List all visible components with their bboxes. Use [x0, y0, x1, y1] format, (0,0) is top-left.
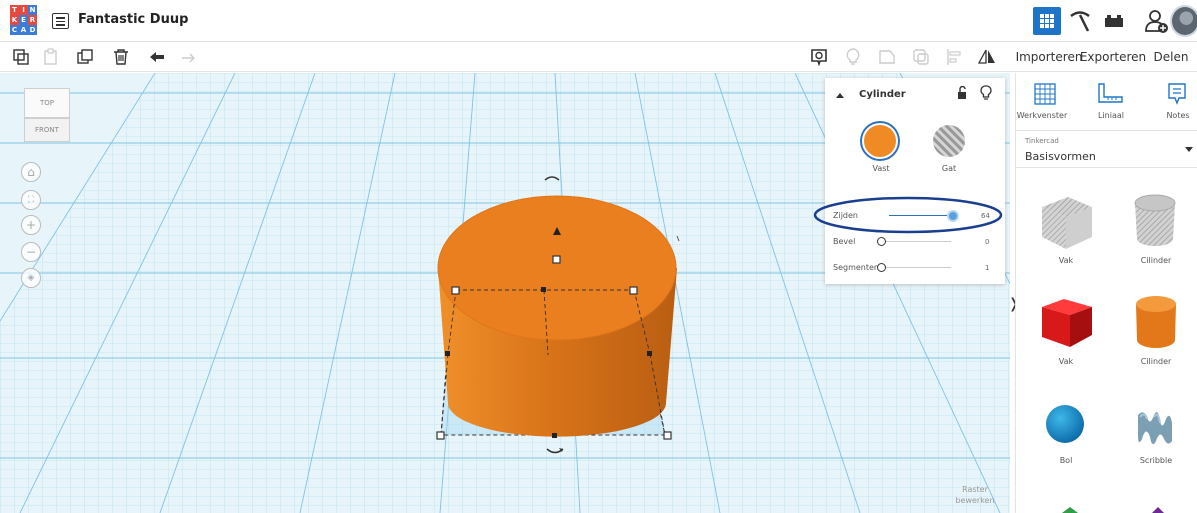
- hole-swatch[interactable]: [933, 125, 965, 157]
- logo-letter: T: [10, 5, 19, 15]
- logo-letter: K: [10, 15, 19, 25]
- zoom-in-icon[interactable]: +: [21, 215, 41, 235]
- shape-label: Vak: [1058, 256, 1074, 265]
- solid-label: Vast: [872, 164, 890, 173]
- fit-view-icon[interactable]: ⛶: [21, 190, 41, 210]
- next-shape-peek: [1062, 507, 1078, 513]
- cylinder-shape[interactable]: [1134, 294, 1178, 350]
- align-icon[interactable]: [946, 48, 964, 66]
- lock-icon[interactable]: [956, 86, 968, 100]
- logo-letter: C: [10, 25, 19, 35]
- next-shape-peek: [1152, 507, 1164, 513]
- bevel-slider[interactable]: [876, 236, 951, 246]
- import-button[interactable]: Importeren: [1016, 44, 1083, 70]
- 3d-design-grid-icon[interactable]: [1033, 7, 1061, 35]
- shape-library-dropdown[interactable]: Tinkercad Basisvormen: [1016, 130, 1197, 168]
- ruler-icon[interactable]: [1096, 82, 1124, 106]
- logo-letter: I: [19, 5, 28, 15]
- design-menu-icon[interactable]: [52, 13, 69, 29]
- shape-label: Cilinder: [1140, 357, 1172, 366]
- share-button[interactable]: Delen: [1150, 44, 1192, 70]
- box-hole-shape[interactable]: [1038, 193, 1094, 251]
- undo-icon[interactable]: [148, 48, 166, 66]
- notes-bubble-icon[interactable]: [810, 48, 828, 67]
- paste-icon[interactable]: [42, 48, 60, 66]
- library-name: Basisvormen: [1025, 150, 1096, 163]
- scribble-shape[interactable]: [1134, 407, 1176, 449]
- visibility-bulb-icon[interactable]: [980, 85, 992, 101]
- shape-label: Bol: [1059, 456, 1073, 465]
- notes-label[interactable]: Notes: [1160, 111, 1196, 120]
- box-shape[interactable]: [1038, 295, 1094, 349]
- design-title[interactable]: Fantastic Duup: [78, 12, 188, 27]
- redo-icon[interactable]: [180, 48, 198, 66]
- viewcube-front[interactable]: FRONT: [24, 118, 70, 142]
- tinkercad-logo[interactable]: TINKERCAD: [10, 5, 37, 35]
- cylinder-hole-shape[interactable]: [1132, 193, 1178, 249]
- shape-label: Vak: [1058, 357, 1074, 366]
- bevel-value: 0: [985, 238, 990, 246]
- logo-letter: N: [28, 5, 37, 15]
- workplane-icon[interactable]: [1033, 82, 1057, 106]
- trash-icon[interactable]: [112, 48, 130, 66]
- perspective-icon[interactable]: ◈: [21, 268, 41, 288]
- ruler-label[interactable]: Liniaal: [1086, 111, 1136, 120]
- library-category: Tinkercad: [1025, 137, 1059, 145]
- ungroup-icon[interactable]: [912, 48, 930, 66]
- group-icon[interactable]: [878, 48, 896, 66]
- workplane-label[interactable]: Werkvenster: [1016, 111, 1068, 120]
- edit-grid-button[interactable]: Raster bewerken: [945, 484, 1005, 506]
- chevron-down-icon: [1185, 147, 1193, 152]
- pickaxe-icon[interactable]: [1066, 7, 1094, 35]
- logo-letter: R: [28, 15, 37, 25]
- segments-value: 1: [985, 264, 990, 272]
- zoom-out-icon[interactable]: −: [21, 242, 41, 262]
- viewcube-top[interactable]: TOP: [24, 88, 70, 118]
- lightbulb-icon[interactable]: [844, 48, 862, 66]
- hole-label: Gat: [941, 164, 957, 173]
- top-bar: TINKERCAD Fantastic Duup: [0, 0, 1197, 42]
- home-view-icon[interactable]: ⌂: [21, 162, 41, 182]
- bricks-icon[interactable]: [1100, 7, 1128, 35]
- notes-icon[interactable]: [1166, 81, 1188, 107]
- segments-label: Segmenten: [833, 263, 879, 272]
- duplicate-icon[interactable]: [76, 48, 94, 66]
- copy-icon[interactable]: [12, 48, 30, 66]
- logo-letter: E: [19, 15, 28, 25]
- highlight-ellipse: [813, 196, 1003, 234]
- raster-line2: bewerken: [955, 496, 995, 505]
- collapse-panel-icon[interactable]: [835, 91, 845, 99]
- raster-line1: Raster: [962, 485, 988, 494]
- solid-color-swatch[interactable]: [862, 123, 898, 159]
- export-button[interactable]: Exporteren: [1080, 44, 1146, 70]
- logo-letter: D: [28, 25, 37, 35]
- shape-label: Cilinder: [1140, 256, 1172, 265]
- shape-label: Scribble: [1139, 456, 1173, 465]
- bevel-label: Bevel: [833, 237, 856, 246]
- segments-slider[interactable]: [876, 262, 951, 272]
- avatar[interactable]: [1170, 5, 1197, 37]
- shape-properties-panel: Cylinder Vast Gat Zijden 64 Bevel 0 Segm…: [825, 78, 1005, 284]
- shape-name: Cylinder: [859, 89, 906, 100]
- sphere-shape[interactable]: [1045, 404, 1085, 444]
- mirror-icon[interactable]: [977, 48, 996, 66]
- add-user-icon[interactable]: [1142, 7, 1170, 35]
- logo-letter: A: [19, 25, 28, 35]
